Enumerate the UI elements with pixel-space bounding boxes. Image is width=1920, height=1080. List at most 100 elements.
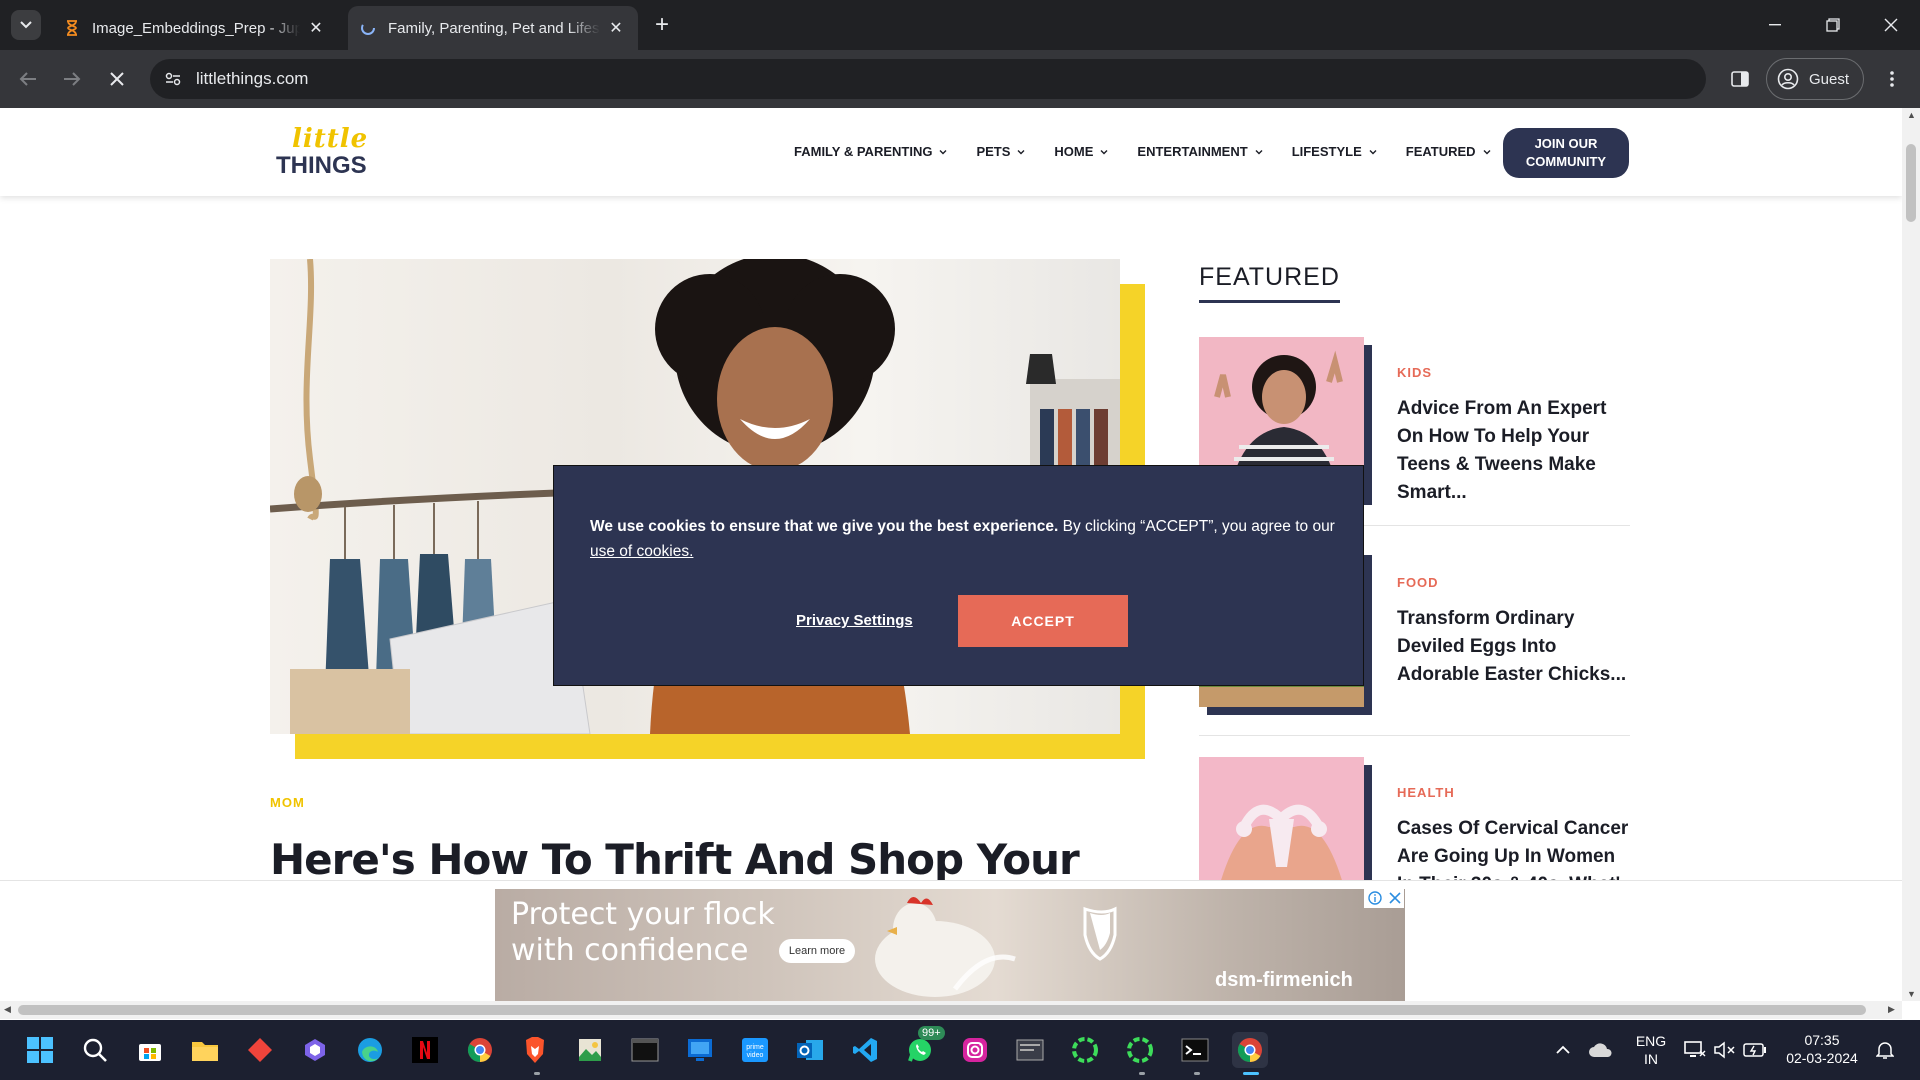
notifications-button[interactable] bbox=[1870, 1032, 1900, 1068]
onedrive-icon[interactable] bbox=[1583, 1032, 1619, 1068]
site-logo[interactable]: little THINGS bbox=[272, 124, 369, 182]
browser-toolbar: littlethings.com Guest bbox=[0, 50, 1920, 108]
virtual-machine-icon[interactable] bbox=[1012, 1032, 1048, 1068]
clock-time: 07:35 bbox=[1804, 1032, 1840, 1048]
card-title[interactable]: Advice From An Expert On How To Help You… bbox=[1397, 395, 1637, 507]
network-icon[interactable] bbox=[1680, 1032, 1710, 1068]
tab-littlethings[interactable]: Family, Parenting, Pet and Lifestyle ✕ bbox=[348, 6, 638, 50]
chrome-active-icon[interactable] bbox=[1232, 1032, 1268, 1068]
bell-icon bbox=[1876, 1042, 1894, 1059]
tab-jupyter[interactable]: Image_Embeddings_Prep - Jupyter ✕ bbox=[52, 6, 338, 50]
card-title[interactable]: Transform Ordinary Deviled Eggs Into Ado… bbox=[1397, 605, 1637, 689]
nav-label: HOME bbox=[1054, 144, 1094, 159]
outlook-icon[interactable] bbox=[792, 1032, 828, 1068]
card-category[interactable]: KIDS bbox=[1397, 365, 1432, 380]
join-community-button[interactable]: JOIN OUR COMMUNITY bbox=[1503, 128, 1629, 178]
tab-close-icon[interactable]: ✕ bbox=[606, 18, 626, 38]
start-button[interactable] bbox=[22, 1032, 58, 1068]
minimize-icon bbox=[1769, 24, 1781, 26]
language-indicator[interactable]: ENG IN bbox=[1626, 1032, 1676, 1068]
nav-home[interactable]: HOME bbox=[1054, 144, 1109, 159]
scroll-up-arrow[interactable]: ▲ bbox=[1907, 110, 1916, 120]
anydesk-icon[interactable] bbox=[242, 1032, 278, 1068]
chevron-down-icon bbox=[1017, 149, 1025, 154]
tab-search-button[interactable] bbox=[11, 10, 41, 40]
logo-things: THINGS bbox=[276, 152, 367, 179]
tab-close-icon[interactable]: ✕ bbox=[306, 18, 326, 38]
minimize-button[interactable] bbox=[1746, 0, 1804, 50]
site-info-icon[interactable] bbox=[158, 64, 188, 94]
chrome-icon[interactable] bbox=[462, 1032, 498, 1068]
search-button[interactable] bbox=[77, 1032, 113, 1068]
scrollbar-thumb[interactable] bbox=[1906, 144, 1916, 222]
hero-category[interactable]: MOM bbox=[270, 795, 305, 810]
accept-cookies-button[interactable]: ACCEPT bbox=[958, 595, 1128, 647]
file-explorer-icon[interactable] bbox=[187, 1032, 223, 1068]
photos-icon[interactable] bbox=[572, 1032, 608, 1068]
restore-button[interactable] bbox=[1804, 0, 1862, 50]
chevron-down-icon bbox=[20, 21, 32, 29]
svg-text:prime: prime bbox=[746, 1044, 764, 1051]
running-indicator bbox=[534, 1072, 540, 1075]
loading-ring-icon[interactable] bbox=[1122, 1032, 1158, 1068]
nav-pets[interactable]: PETS bbox=[976, 144, 1026, 159]
scroll-left-arrow[interactable]: ◀ bbox=[4, 1004, 11, 1015]
cookie-message-bold: We use cookies to ensure that we give yo… bbox=[590, 518, 1059, 535]
ad-learn-more-button[interactable]: Learn more bbox=[779, 939, 855, 963]
show-hidden-icons-button[interactable] bbox=[1545, 1032, 1581, 1068]
svg-text:video: video bbox=[747, 1052, 764, 1059]
address-bar[interactable]: littlethings.com bbox=[150, 59, 1706, 99]
prime-video-icon[interactable]: prime video bbox=[737, 1032, 773, 1068]
clock[interactable]: 07:35 02-03-2024 bbox=[1772, 1031, 1872, 1067]
microsoft-store-icon[interactable] bbox=[132, 1032, 168, 1068]
terminal-window-icon[interactable] bbox=[627, 1032, 663, 1068]
nav-label: ENTERTAINMENT bbox=[1137, 144, 1248, 159]
side-panel-icon bbox=[1731, 71, 1749, 87]
scroll-down-arrow[interactable]: ▼ bbox=[1907, 989, 1916, 999]
cookie-policy-link[interactable]: use of cookies. bbox=[590, 543, 693, 560]
info-icon[interactable] bbox=[1367, 891, 1382, 905]
copilot-icon[interactable] bbox=[297, 1032, 333, 1068]
ad-banner[interactable]: Protect your flock with confidence Learn… bbox=[495, 889, 1405, 1001]
notification-badge: 99+ bbox=[918, 1026, 945, 1040]
card-category[interactable]: FOOD bbox=[1397, 575, 1439, 590]
scroll-right-arrow[interactable]: ▶ bbox=[1888, 1004, 1895, 1015]
nav-featured[interactable]: FEATURED bbox=[1406, 144, 1492, 159]
windows-logo-icon bbox=[27, 1037, 53, 1063]
brave-icon[interactable] bbox=[517, 1032, 553, 1068]
remote-desktop-icon[interactable] bbox=[682, 1032, 718, 1068]
back-button[interactable] bbox=[12, 63, 44, 95]
side-panel-button[interactable] bbox=[1724, 63, 1756, 95]
scrollbar-thumb[interactable] bbox=[18, 1005, 1866, 1015]
hourglass-icon bbox=[64, 20, 80, 36]
edge-icon[interactable] bbox=[352, 1032, 388, 1068]
vscode-icon[interactable] bbox=[847, 1032, 883, 1068]
nav-family-parenting[interactable]: FAMILY & PARENTING bbox=[794, 144, 948, 159]
forward-button[interactable] bbox=[56, 63, 88, 95]
vertical-scrollbar[interactable]: ▲ ▼ bbox=[1902, 108, 1920, 1001]
url-text: littlethings.com bbox=[196, 69, 309, 88]
command-prompt-icon[interactable] bbox=[1177, 1032, 1213, 1068]
volume-muted-icon[interactable] bbox=[1710, 1032, 1740, 1068]
card-category[interactable]: HEALTH bbox=[1397, 785, 1455, 800]
new-tab-button[interactable]: + bbox=[648, 11, 676, 39]
instagram-icon[interactable] bbox=[957, 1032, 993, 1068]
nav-entertainment[interactable]: ENTERTAINMENT bbox=[1137, 144, 1263, 159]
stop-loading-button[interactable] bbox=[101, 63, 133, 95]
privacy-settings-button[interactable]: Privacy Settings bbox=[796, 612, 913, 629]
netflix-icon[interactable] bbox=[407, 1032, 443, 1068]
close-icon[interactable] bbox=[1388, 892, 1401, 904]
logo-little: little bbox=[292, 124, 369, 154]
cookie-banner: We use cookies to ensure that we give yo… bbox=[553, 465, 1364, 686]
close-icon bbox=[1884, 18, 1898, 32]
chevron-up-icon bbox=[1556, 1045, 1570, 1054]
restore-icon bbox=[1826, 18, 1840, 32]
close-window-button[interactable] bbox=[1862, 0, 1920, 50]
nav-lifestyle[interactable]: LIFESTYLE bbox=[1292, 144, 1378, 159]
browser-menu-button[interactable] bbox=[1876, 63, 1908, 95]
chevron-down-icon bbox=[1369, 149, 1377, 154]
profile-button[interactable]: Guest bbox=[1766, 58, 1864, 100]
horizontal-scrollbar[interactable]: ◀ ▶ bbox=[0, 1001, 1902, 1019]
battery-icon[interactable] bbox=[1740, 1032, 1770, 1068]
loading-ring-icon[interactable] bbox=[1067, 1032, 1103, 1068]
